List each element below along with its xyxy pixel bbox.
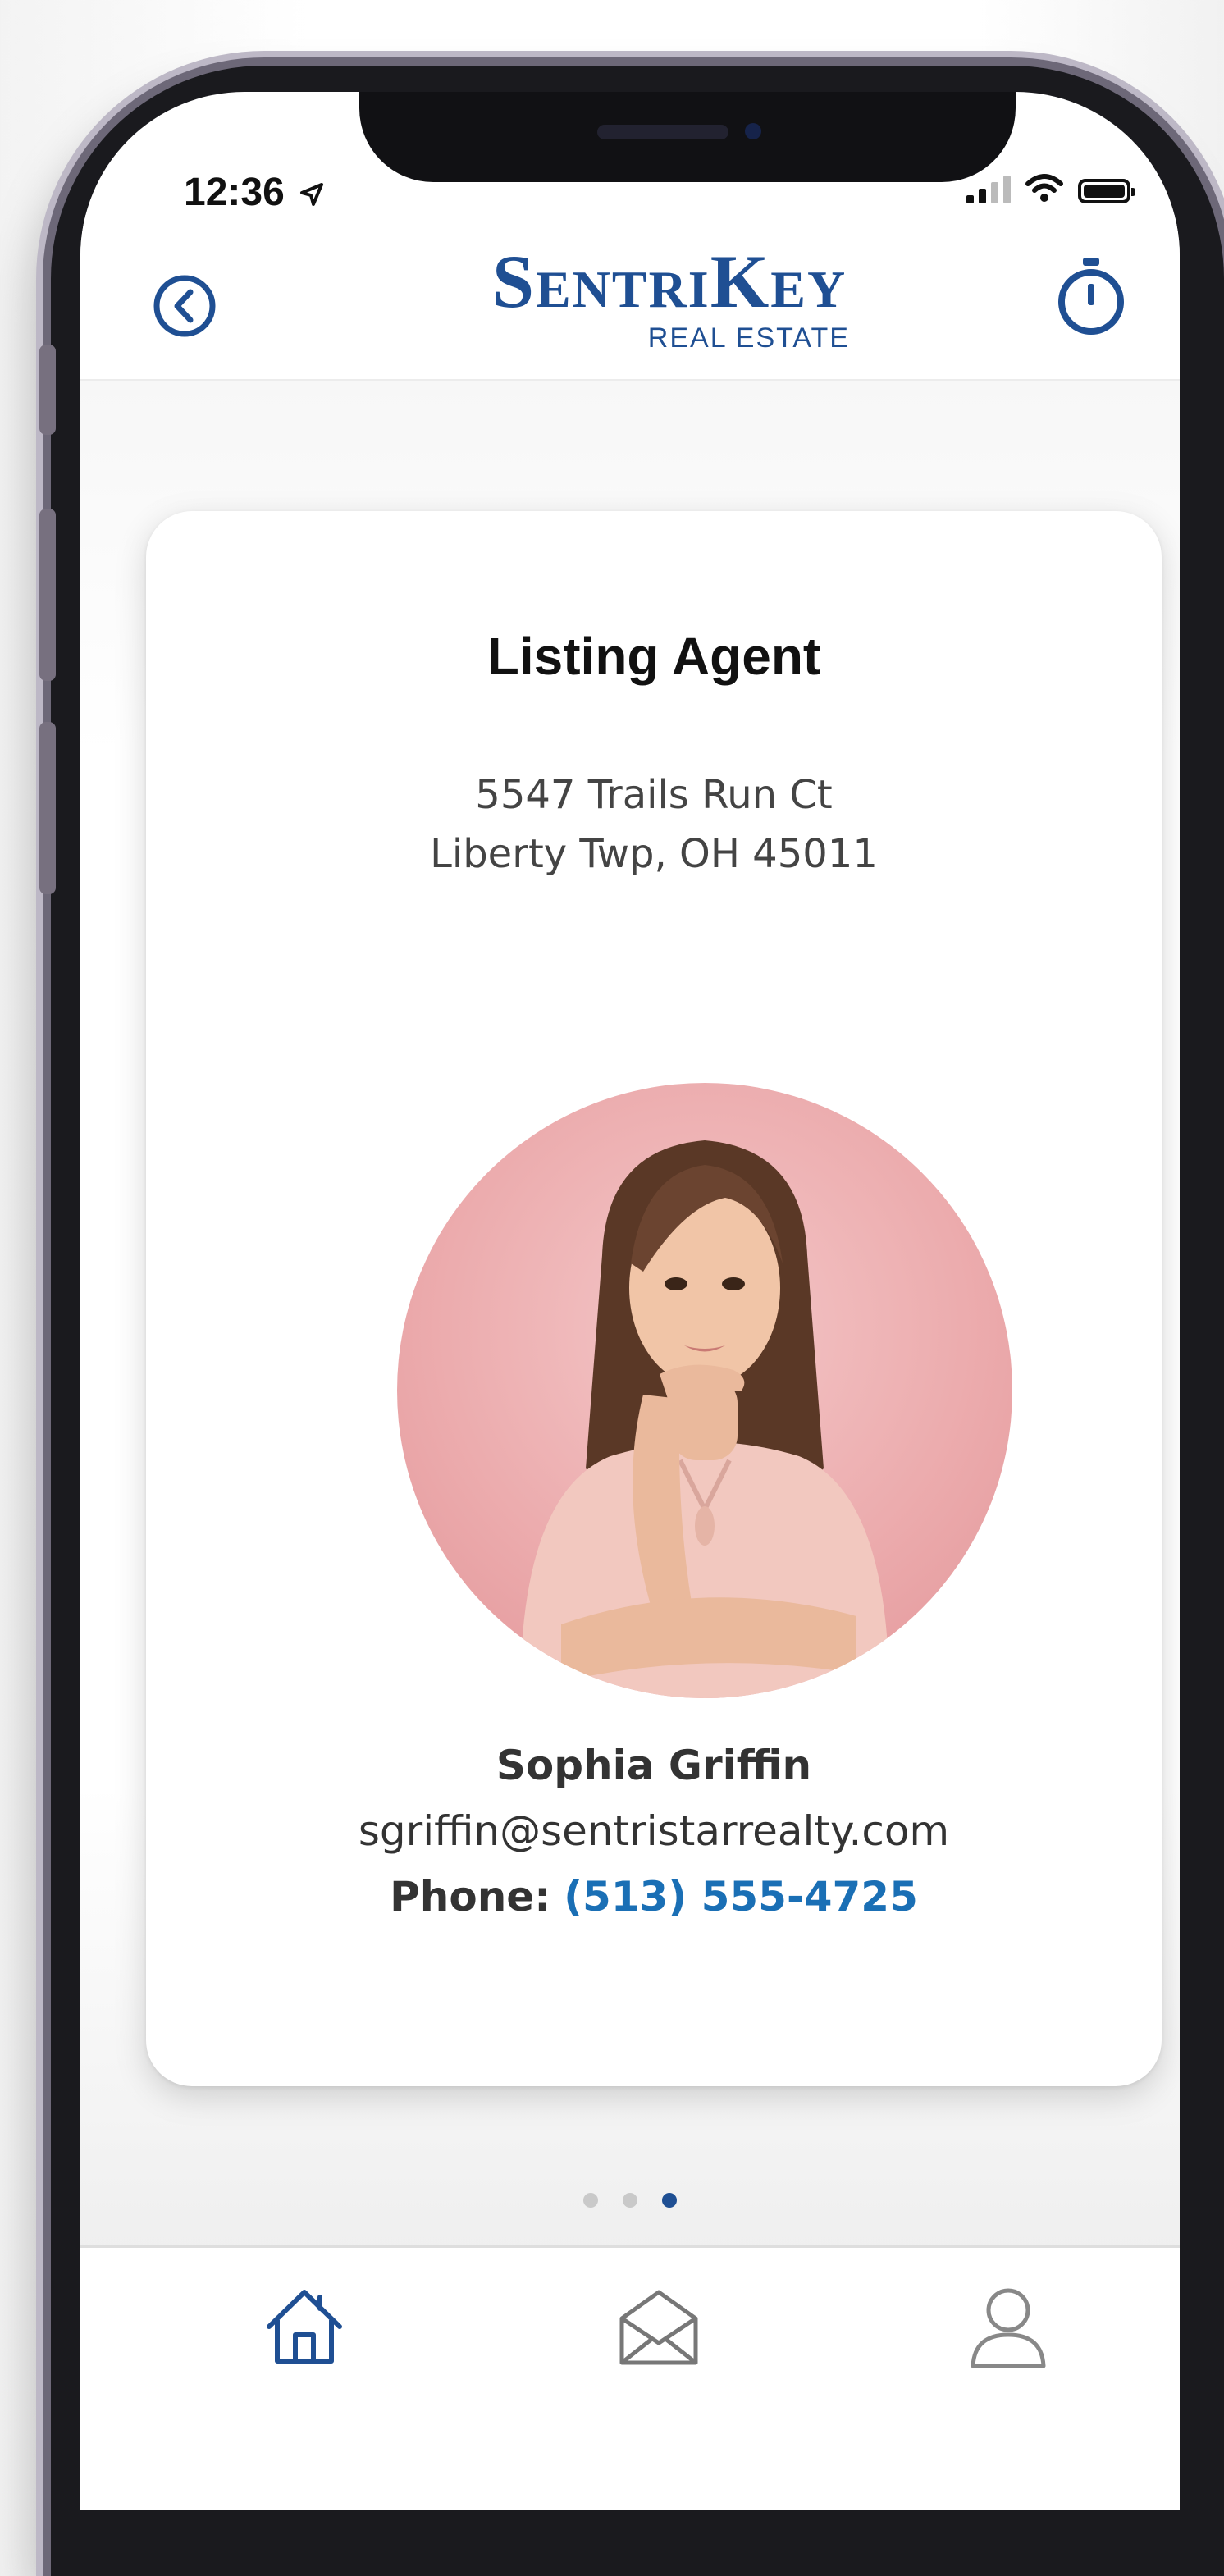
- wifi-icon: [1025, 174, 1063, 202]
- status-time: 12:36: [184, 170, 325, 215]
- address-line-1: 5547 Trails Run Ct: [475, 772, 833, 818]
- bottom-tab-bar: [80, 2245, 1180, 2510]
- silent-switch: [39, 345, 56, 435]
- agent-photo-illustration: [520, 1140, 889, 1698]
- phone-number-link[interactable]: (513) 555-4725: [564, 1873, 918, 1921]
- location-arrow-icon: [300, 183, 324, 207]
- cellular-signal-icon: [966, 171, 1011, 203]
- status-icons: [966, 171, 1135, 203]
- listing-agent-card: Listing Agent 5547 Trails Run Ct Liberty…: [146, 511, 1162, 2086]
- brand-logo: SentriKey REAL ESTATE: [473, 240, 866, 354]
- agent-email[interactable]: sgriffin@sentristarrealty.com: [146, 1807, 1162, 1855]
- speaker: [597, 125, 728, 139]
- page-indicator: [80, 2193, 1180, 2208]
- address-line-2: Liberty Twp, OH 45011: [430, 831, 878, 877]
- page-dot-active[interactable]: [662, 2193, 677, 2208]
- page-dot[interactable]: [583, 2193, 598, 2208]
- logo-sub-text: REAL ESTATE: [647, 322, 850, 354]
- logo-main-text: SentriKey: [491, 240, 847, 323]
- app-header: SentriKey REAL ESTATE: [80, 215, 1180, 381]
- home-icon[interactable]: [259, 2281, 349, 2371]
- battery-icon: [1078, 179, 1135, 203]
- status-time-text: 12:36: [184, 171, 285, 214]
- page-dot[interactable]: [623, 2193, 637, 2208]
- phone-label: Phone:: [390, 1873, 551, 1921]
- notch: [359, 92, 1016, 182]
- volume-down-button: [39, 722, 56, 894]
- phone-screen: 12:36 SentriKey REAL ESTATE Listing Agen…: [80, 92, 1180, 2510]
- mail-icon[interactable]: [614, 2281, 704, 2371]
- card-title: Listing Agent: [486, 627, 821, 686]
- agent-phone-row: Phone: (513) 555-4725: [146, 1873, 1162, 1921]
- stopwatch-icon[interactable]: [1053, 256, 1129, 338]
- front-camera: [745, 123, 761, 139]
- back-arrow-icon[interactable]: [151, 272, 218, 340]
- agent-name: Sophia Griffin: [496, 1742, 812, 1789]
- agent-photo: [397, 1083, 1012, 1698]
- volume-up-button: [39, 509, 56, 681]
- profile-icon[interactable]: [963, 2281, 1053, 2371]
